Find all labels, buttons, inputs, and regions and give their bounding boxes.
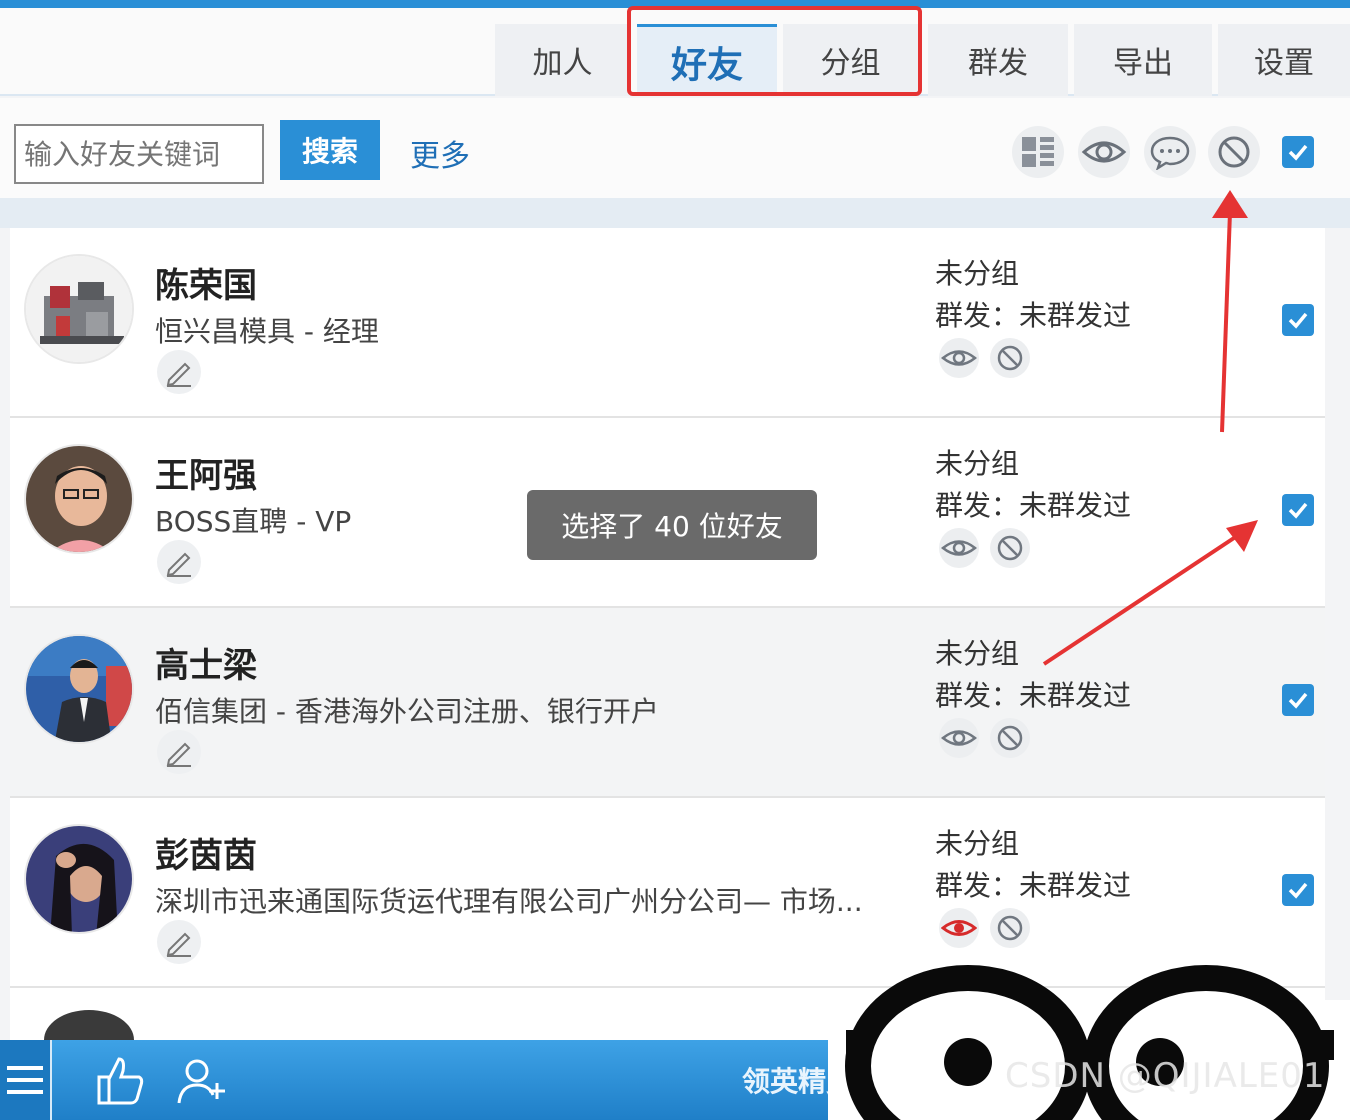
eye-icon-active[interactable] xyxy=(939,908,979,948)
row-checkbox[interactable] xyxy=(1282,494,1314,526)
block-icon[interactable] xyxy=(990,718,1030,758)
tab-broadcast[interactable]: 群发 xyxy=(928,24,1068,96)
friend-title: 恒兴昌模具 - 经理 xyxy=(155,315,379,348)
avatar xyxy=(24,634,134,744)
pencil-icon[interactable] xyxy=(157,920,201,964)
group-label: 未分组 xyxy=(935,447,1020,480)
block-icon[interactable] xyxy=(1208,126,1260,178)
pencil-icon[interactable] xyxy=(157,540,201,584)
eye-icon[interactable] xyxy=(939,528,979,568)
friend-list: 陈荣国 恒兴昌模具 - 经理 未分组 群发：未群发过 王阿强 BOSS直聘 - … xyxy=(0,228,1350,1040)
broadcast-status: 群发：未群发过 xyxy=(935,489,1132,522)
tab-add-people[interactable]: 加人 xyxy=(495,24,630,96)
menu-icon[interactable] xyxy=(0,1040,52,1120)
pencil-icon[interactable] xyxy=(157,730,201,774)
brand-label: 领英精灵 xyxy=(742,1065,855,1098)
friend-name[interactable]: 彭茵茵 xyxy=(155,828,257,877)
group-label: 未分组 xyxy=(935,637,1020,670)
search-toolbar: 搜索 更多 xyxy=(0,98,1350,198)
group-label: 未分组 xyxy=(935,257,1020,290)
avatar xyxy=(24,254,134,364)
friend-title: 佰信集团 - 香港海外公司注册、银行开户 xyxy=(155,695,659,728)
avatar xyxy=(44,1010,134,1040)
search-button[interactable]: 搜索 xyxy=(280,120,380,180)
tab-highlight-annotation xyxy=(627,6,922,96)
list-item-partial[interactable] xyxy=(10,988,1325,1040)
watermark-text: CSDN @QIJIALE01 xyxy=(1005,1056,1326,1096)
list-item[interactable]: 陈荣国 恒兴昌模具 - 经理 未分组 群发：未群发过 xyxy=(10,228,1325,418)
tab-settings[interactable]: 设置 xyxy=(1218,24,1350,96)
toolbar-separator xyxy=(0,198,1350,228)
selection-toast: 选择了 40 位好友 xyxy=(527,490,817,560)
more-link[interactable]: 更多 xyxy=(410,131,470,175)
list-item[interactable]: 高士梁 佰信集团 - 香港海外公司注册、银行开户 未分组 群发：未群发过 xyxy=(10,608,1325,798)
eye-icon[interactable] xyxy=(939,718,979,758)
friend-title: 深圳市迅来通国际货运代理有限公司广州分公司— 市场... xyxy=(155,885,863,918)
list-view-icon[interactable] xyxy=(1012,126,1064,178)
pencil-icon[interactable] xyxy=(157,350,201,394)
avatar xyxy=(24,444,134,554)
broadcast-status: 群发：未群发过 xyxy=(935,679,1132,712)
block-icon[interactable] xyxy=(990,908,1030,948)
block-icon[interactable] xyxy=(990,528,1030,568)
broadcast-status: 群发：未群发过 xyxy=(935,869,1132,902)
row-checkbox[interactable] xyxy=(1282,684,1314,716)
friend-name[interactable]: 王阿强 xyxy=(155,448,257,497)
thumbs-up-icon[interactable] xyxy=(92,1052,148,1108)
row-checkbox[interactable] xyxy=(1282,874,1314,906)
tab-export[interactable]: 导出 xyxy=(1074,24,1212,96)
chat-bubble-icon[interactable] xyxy=(1144,126,1196,178)
broadcast-status: 群发：未群发过 xyxy=(935,299,1132,332)
avatar xyxy=(24,824,134,934)
friend-name[interactable]: 陈荣国 xyxy=(155,258,257,307)
add-user-icon[interactable] xyxy=(174,1052,230,1108)
select-all-checkbox[interactable] xyxy=(1282,136,1314,168)
friend-name[interactable]: 高士梁 xyxy=(155,638,257,687)
friend-title: BOSS直聘 - VP xyxy=(155,505,352,538)
group-label: 未分组 xyxy=(935,827,1020,860)
row-checkbox[interactable] xyxy=(1282,304,1314,336)
block-icon[interactable] xyxy=(990,338,1030,378)
eye-icon[interactable] xyxy=(939,338,979,378)
list-item[interactable]: 彭茵茵 深圳市迅来通国际货运代理有限公司广州分公司— 市场... 未分组 群发：… xyxy=(10,798,1325,988)
app-window: 加人 好友 分组 群发 导出 设置 搜索 更多 xyxy=(0,0,1350,1120)
eye-icon[interactable] xyxy=(1078,126,1130,178)
friend-search-input[interactable] xyxy=(14,124,264,184)
